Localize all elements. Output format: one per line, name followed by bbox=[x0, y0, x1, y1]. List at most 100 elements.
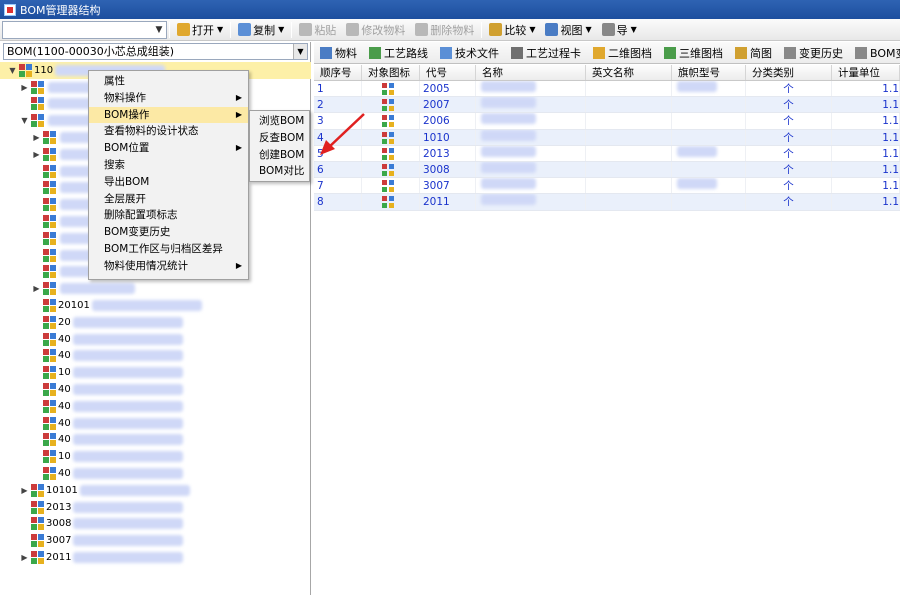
table-row[interactable]: 4 1010 个 1.1 bbox=[314, 129, 900, 146]
tab-card[interactable]: 工艺过程卡 bbox=[505, 42, 587, 63]
collapse-icon[interactable]: ▼ bbox=[8, 66, 17, 75]
tab-route[interactable]: 工艺路线 bbox=[363, 42, 434, 63]
toolbar-button-1[interactable]: 复制 ▼ bbox=[233, 20, 289, 40]
expand-icon[interactable]: ▶ bbox=[20, 486, 29, 495]
table-cell: 1010 bbox=[420, 129, 476, 145]
expand-icon[interactable]: ▶ bbox=[32, 150, 41, 159]
expand-icon[interactable]: ▶ bbox=[32, 133, 41, 142]
tree-node[interactable]: ▶ bbox=[0, 280, 311, 297]
collapse-icon[interactable]: ▼ bbox=[20, 116, 29, 125]
column-header[interactable]: 分类类别 bbox=[746, 65, 832, 80]
column-header[interactable]: 名称 bbox=[476, 65, 586, 80]
context-menu-item[interactable]: BOM操作 ▶ bbox=[89, 106, 248, 124]
table-row[interactable]: 6 3008 个 1.1 bbox=[314, 161, 900, 179]
tree-node[interactable]: 40 bbox=[0, 398, 311, 415]
tab-bom-history[interactable]: BOM变更历史 bbox=[849, 42, 900, 63]
part-object-icon bbox=[382, 131, 394, 144]
tab-document[interactable]: 技术文件 bbox=[434, 42, 505, 63]
expand-icon[interactable]: ▶ bbox=[32, 284, 41, 293]
part-object-icon bbox=[382, 196, 394, 209]
toolbar-button-4[interactable]: 删除物料 bbox=[410, 20, 479, 40]
toolbar-button-5[interactable]: 比较 ▼ bbox=[484, 20, 540, 40]
table-cell bbox=[362, 178, 420, 194]
toolbar-button-0[interactable]: 打开 ▼ bbox=[172, 20, 228, 40]
table-cell: 1.1 bbox=[832, 145, 900, 161]
redacted-text bbox=[481, 113, 536, 125]
table-cell: 1.1 bbox=[832, 113, 900, 129]
column-header[interactable]: 英文名称 bbox=[586, 65, 672, 80]
submenu-item[interactable]: 反查BOM bbox=[250, 130, 309, 147]
context-menu-item[interactable]: 物料使用情况统计 ▶ bbox=[89, 258, 248, 275]
table-row[interactable]: 7 3007 个 1.1 bbox=[314, 178, 900, 195]
column-header[interactable]: 旗帜型号 bbox=[672, 65, 746, 80]
tab-history[interactable]: 变更历史 bbox=[778, 42, 849, 63]
context-menu-item[interactable]: 搜索 bbox=[89, 157, 248, 174]
table-row[interactable]: 3 2006 个 1.1 bbox=[314, 113, 900, 130]
context-menu-item[interactable]: BOM变更历史 bbox=[89, 224, 248, 241]
tree-node[interactable]: 20 bbox=[0, 314, 311, 331]
tree-node[interactable]: 40 bbox=[0, 331, 311, 348]
tree-node[interactable]: 40 bbox=[0, 415, 311, 432]
expand-icon[interactable]: ▶ bbox=[20, 83, 29, 92]
toolbar: ▼ 打开 ▼ 复制 ▼ 粘贴 修改物料 删除物料 比较 ▼ 视图 ▼ 导 ▼ bbox=[0, 19, 900, 41]
table-row[interactable]: 5 2013 个 1.1 bbox=[314, 145, 900, 162]
tree-node[interactable]: 20101 bbox=[0, 297, 311, 314]
bom-selector[interactable]: BOM(1100-00030小芯总成组装) ▼ bbox=[3, 43, 308, 60]
table-row[interactable]: 8 2011 个 1.1 bbox=[314, 194, 900, 211]
context-menu-item[interactable]: 物料操作 ▶ bbox=[89, 90, 248, 107]
tree-node[interactable]: 40 bbox=[0, 465, 311, 482]
tree-node[interactable]: 2013 bbox=[0, 499, 311, 516]
tree-node[interactable]: 3008 bbox=[0, 516, 311, 533]
context-menu-item[interactable]: BOM工作区与归档区差异 bbox=[89, 241, 248, 258]
toolbar-button-6[interactable]: 视图 ▼ bbox=[540, 20, 596, 40]
column-header[interactable]: 对象图标 bbox=[362, 65, 420, 80]
part-node-icon bbox=[43, 265, 56, 279]
context-menu-item[interactable]: 全层展开 bbox=[89, 191, 248, 208]
context-menu-item[interactable]: BOM位置 ▶ bbox=[89, 140, 248, 157]
table-cell bbox=[476, 129, 586, 145]
tab-material[interactable]: 物料 bbox=[314, 42, 363, 63]
tab-model[interactable]: 三维图档 bbox=[658, 42, 729, 63]
table-cell bbox=[586, 145, 672, 161]
part-node-icon bbox=[43, 131, 56, 145]
part-node-icon bbox=[31, 80, 44, 94]
submenu-item[interactable]: 创建BOM bbox=[250, 147, 309, 164]
toolbar-button-7[interactable]: 导 ▼ bbox=[597, 20, 642, 40]
submenu-item[interactable]: BOM对比 bbox=[250, 163, 309, 180]
tab-drawing[interactable]: 二维图档 bbox=[587, 42, 658, 63]
context-menu-item[interactable]: 查看物料的设计状态 bbox=[89, 123, 248, 140]
expand-icon[interactable]: ▶ bbox=[20, 553, 29, 562]
delete-icon bbox=[415, 23, 429, 36]
toolbar-button-2[interactable]: 粘贴 bbox=[294, 20, 341, 40]
context-menu-item[interactable]: 属性 bbox=[89, 73, 248, 90]
toolbar-combo[interactable]: ▼ bbox=[2, 20, 167, 39]
part-node-icon bbox=[43, 147, 56, 161]
tree-node[interactable]: 40 bbox=[0, 381, 311, 398]
table-cell: 个 bbox=[746, 113, 832, 129]
column-header[interactable]: 代号 bbox=[420, 65, 476, 80]
tree-node-code: 40 bbox=[58, 434, 71, 446]
toolbar-separator bbox=[230, 21, 232, 38]
toolbar-button-3[interactable]: 修改物料 bbox=[341, 20, 410, 40]
tree-node[interactable]: 3007 bbox=[0, 532, 311, 549]
tree-node[interactable]: ▶ 2011 bbox=[0, 549, 311, 566]
table-cell bbox=[672, 161, 746, 178]
column-header[interactable]: 计量单位 bbox=[832, 65, 900, 80]
table-row[interactable]: 1 2005 个 1.1 bbox=[314, 81, 900, 98]
table-row[interactable]: 2 2007 个 1.1 bbox=[314, 97, 900, 114]
tree-node[interactable]: 10 bbox=[0, 448, 311, 465]
tree-node[interactable]: 40 bbox=[0, 348, 311, 365]
chevron-down-icon: ▼ bbox=[630, 25, 637, 34]
part-object-icon bbox=[382, 163, 394, 176]
table-cell: 2006 bbox=[420, 113, 476, 129]
tree-node[interactable]: 40 bbox=[0, 432, 311, 449]
context-menu-item[interactable]: 导出BOM bbox=[89, 174, 248, 191]
context-menu-item[interactable]: 删除配置项标志 bbox=[89, 207, 248, 224]
tree-node[interactable]: ▶ 10101 bbox=[0, 482, 311, 499]
part-node-icon bbox=[43, 231, 56, 245]
column-header[interactable]: 顺序号 bbox=[314, 65, 362, 80]
tree-node-code: 40 bbox=[58, 468, 71, 480]
submenu-item[interactable]: 浏览BOM bbox=[250, 113, 309, 130]
tab-sketch[interactable]: 简图 bbox=[729, 42, 778, 63]
tree-node[interactable]: 10 bbox=[0, 364, 311, 381]
